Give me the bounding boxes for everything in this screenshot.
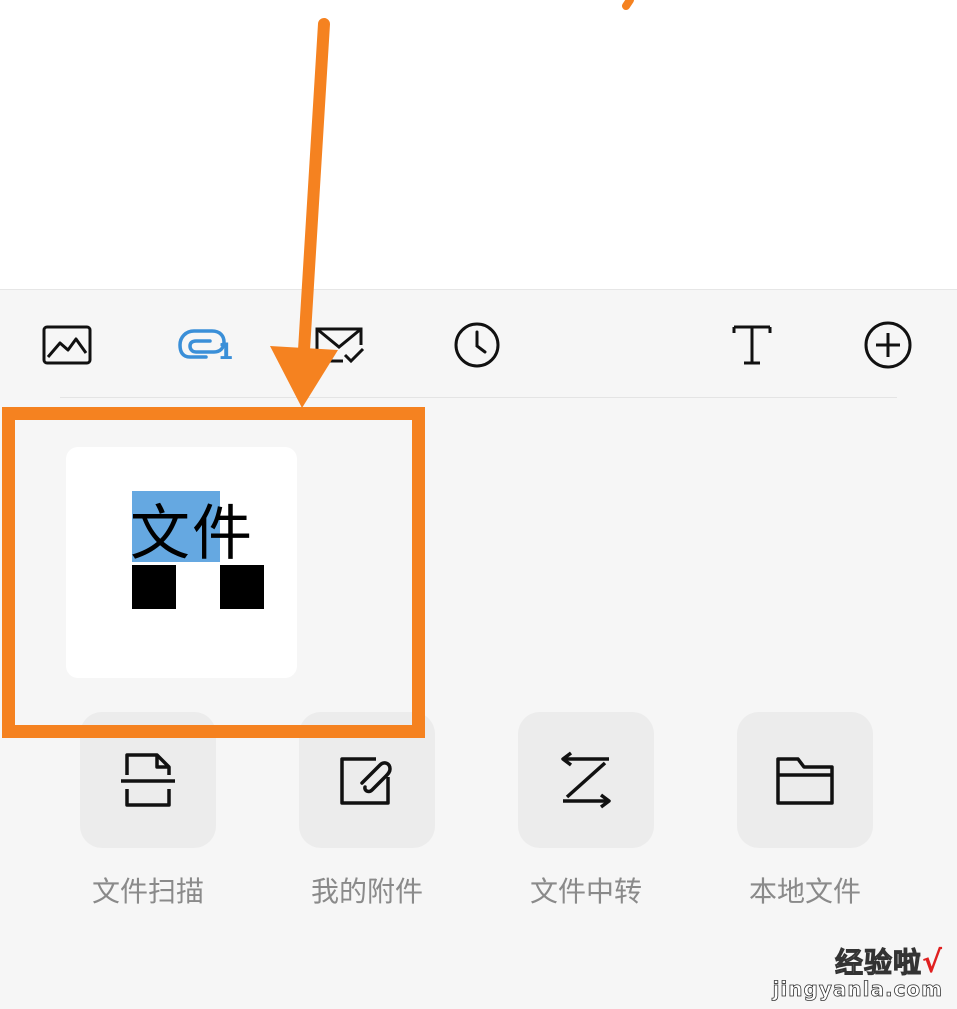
file-scan-label: 文件扫描 bbox=[91, 875, 204, 908]
insert-image-button[interactable] bbox=[37, 315, 97, 375]
check-icon: √ bbox=[921, 945, 943, 980]
clock-icon bbox=[454, 322, 500, 368]
schedule-button[interactable] bbox=[447, 315, 507, 375]
my-attachments-action[interactable]: 我的附件 bbox=[299, 712, 435, 910]
mail-check-icon bbox=[315, 327, 365, 364]
text-format-button[interactable] bbox=[722, 315, 782, 375]
plus-circle-icon bbox=[864, 321, 912, 369]
mail-check-button[interactable] bbox=[310, 315, 370, 375]
redaction-block bbox=[132, 565, 176, 609]
toolbar-divider bbox=[60, 397, 897, 398]
watermark-url: jingyanla.com bbox=[772, 977, 943, 1002]
folder-icon bbox=[776, 757, 834, 805]
transfer-icon bbox=[561, 751, 611, 809]
file-scan-action[interactable]: 文件扫描 bbox=[80, 712, 216, 910]
file-transfer-label: 文件中转 bbox=[529, 875, 642, 908]
my-attachments-label: 我的附件 bbox=[310, 875, 423, 908]
image-icon bbox=[42, 325, 92, 365]
attachment-folder-icon bbox=[340, 757, 392, 805]
recent-file-tile[interactable]: 文件 bbox=[66, 447, 297, 678]
local-files-action[interactable]: 本地文件 bbox=[737, 712, 873, 910]
watermark-text: 经验啦 bbox=[834, 946, 922, 980]
file-transfer-action[interactable]: 文件中转 bbox=[518, 712, 654, 910]
scan-document-icon bbox=[121, 753, 175, 807]
watermark: 经验啦√ jingyanla.com bbox=[772, 941, 943, 1002]
compose-area[interactable] bbox=[0, 0, 957, 290]
file-tile-title: 文件 bbox=[130, 499, 254, 569]
local-files-label: 本地文件 bbox=[748, 875, 861, 908]
attachment-count-badge: 1 bbox=[218, 340, 234, 365]
text-icon bbox=[732, 325, 772, 365]
redaction-block bbox=[220, 565, 264, 609]
more-button[interactable] bbox=[858, 315, 918, 375]
